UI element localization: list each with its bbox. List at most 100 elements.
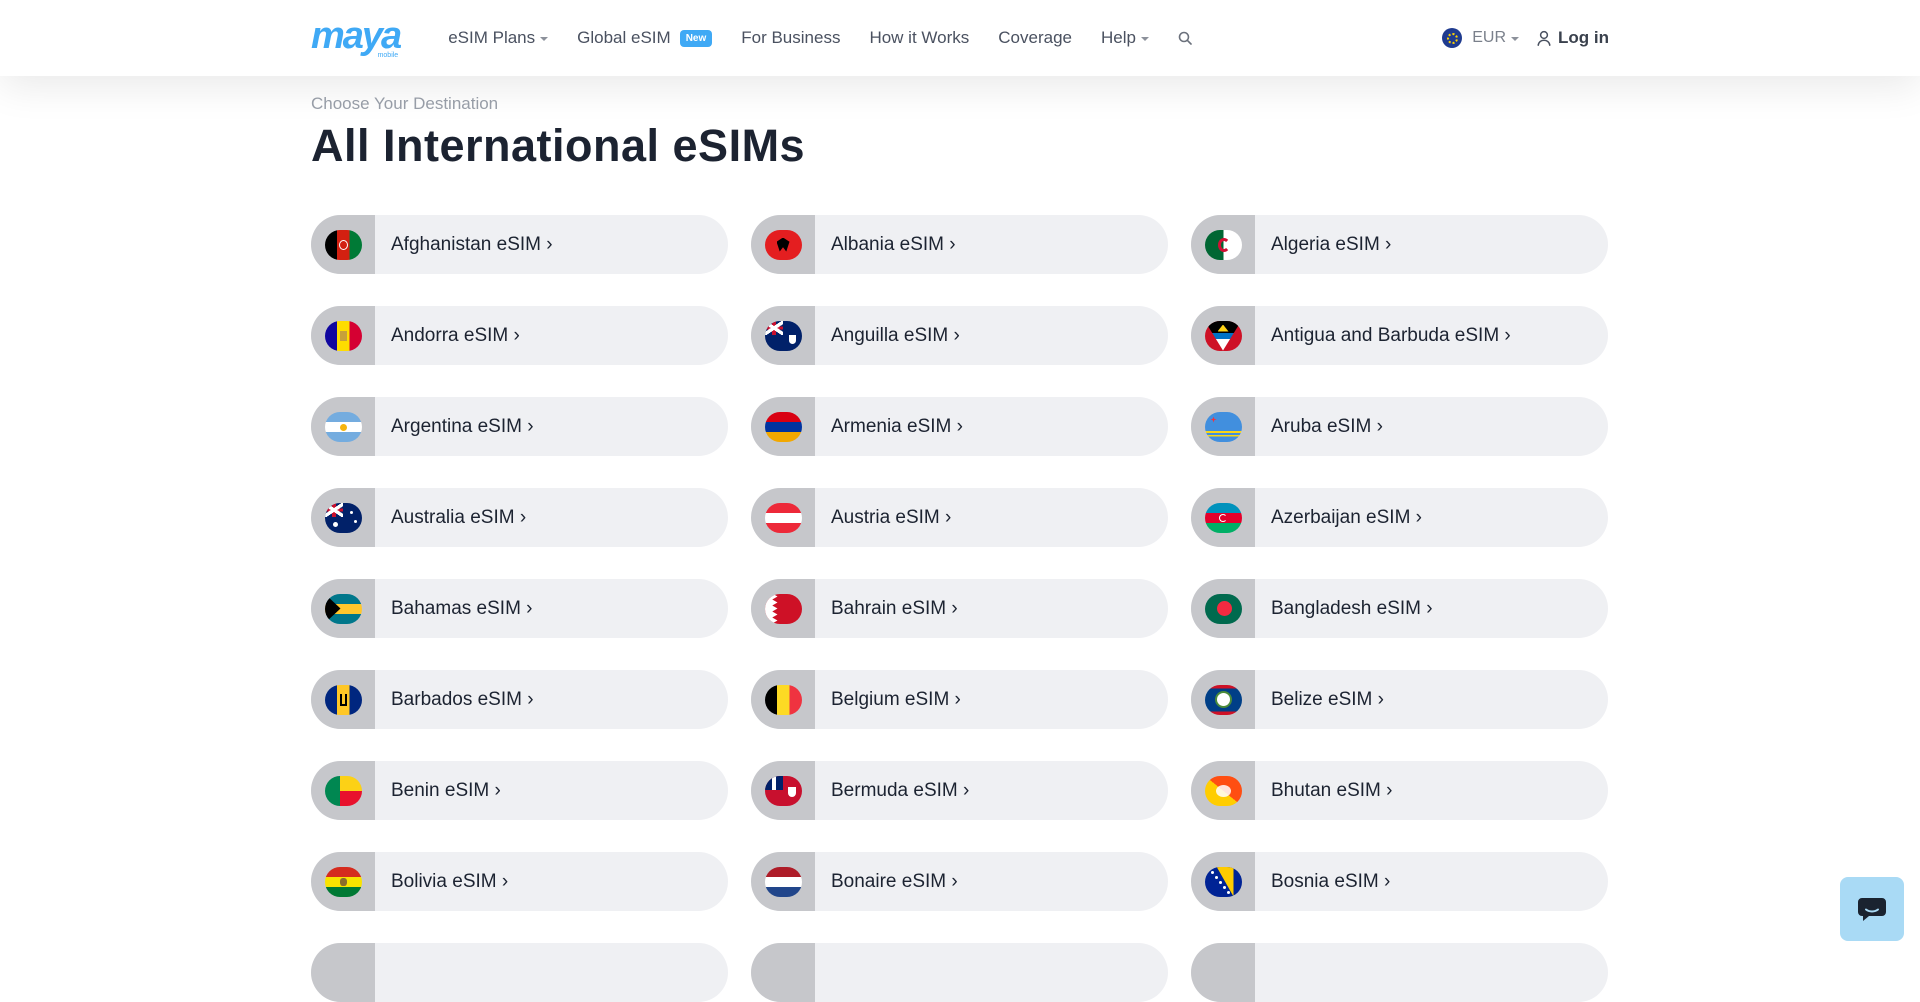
currency-label: EUR xyxy=(1472,29,1507,46)
chevron-down-icon xyxy=(540,37,549,41)
logo-wordmark: maya xyxy=(311,15,402,57)
flag-andorra-icon xyxy=(324,320,362,351)
country-card-anguilla[interactable]: Anguilla eSIM › xyxy=(751,306,1168,365)
country-label: Barbados eSIM › xyxy=(391,688,534,710)
country-card-afghanistan[interactable]: Afghanistan eSIM › xyxy=(311,215,728,274)
login-label: Log in xyxy=(1558,28,1609,47)
flag-austria-icon xyxy=(764,502,802,533)
country-card-bahrain[interactable]: Bahrain eSIM › xyxy=(751,579,1168,638)
flag-bosnia-icon xyxy=(1204,866,1242,897)
flag-antigua-icon xyxy=(1204,320,1242,351)
flag-bahamas-icon xyxy=(324,593,362,624)
country-card-bosnia[interactable]: Bosnia eSIM › xyxy=(1191,852,1608,911)
flag-anguilla-icon xyxy=(764,320,802,351)
country-label: Aruba eSIM › xyxy=(1271,415,1383,437)
country-label: Bhutan eSIM › xyxy=(1271,779,1393,801)
country-card-aruba[interactable]: Aruba eSIM › xyxy=(1191,397,1608,456)
country-label: Albania eSIM › xyxy=(831,233,956,255)
country-card-benin[interactable]: Benin eSIM › xyxy=(311,761,728,820)
flag-benin-icon xyxy=(324,775,362,806)
site-header: maya mobile eSIM Plans Global eSIM New F… xyxy=(0,0,1920,76)
flag-argentina-icon xyxy=(324,411,362,442)
chevron-down-icon xyxy=(1511,37,1520,41)
country-card-bonaire[interactable]: Bonaire eSIM › xyxy=(751,852,1168,911)
country-grid: Afghanistan eSIM › Albania eSIM › Algeri… xyxy=(311,215,1609,1002)
country-card-belgium[interactable]: Belgium eSIM › xyxy=(751,670,1168,729)
nav-label: eSIM Plans xyxy=(448,28,536,47)
country-card-bangladesh[interactable]: Bangladesh eSIM › xyxy=(1191,579,1608,638)
login-button[interactable]: Log in xyxy=(1537,28,1609,48)
nav-help[interactable]: Help xyxy=(1101,28,1149,48)
flag-belize-icon xyxy=(1204,684,1242,715)
maya-logo[interactable]: maya mobile xyxy=(311,15,402,59)
chevron-down-icon xyxy=(1140,37,1149,41)
chat-bubble-icon xyxy=(1858,898,1886,921)
flag-afghanistan-icon xyxy=(324,229,362,260)
search-icon[interactable] xyxy=(1178,31,1192,45)
country-card-australia[interactable]: Australia eSIM › xyxy=(311,488,728,547)
country-label: Bermuda eSIM › xyxy=(831,779,970,801)
flag-albania-icon xyxy=(764,229,802,260)
country-label: Argentina eSIM › xyxy=(391,415,534,437)
country-label: Antigua and Barbuda eSIM › xyxy=(1271,324,1511,346)
flag-bermuda-icon xyxy=(764,775,802,806)
country-card-partial[interactable] xyxy=(751,943,1168,1002)
country-card-partial[interactable] xyxy=(1191,943,1608,1002)
country-label: Bosnia eSIM › xyxy=(1271,870,1391,892)
nav-label: Global eSIM xyxy=(577,28,671,47)
country-label: Algeria eSIM › xyxy=(1271,233,1392,255)
nav-esim-plans[interactable]: eSIM Plans xyxy=(448,28,549,48)
country-label: Armenia eSIM › xyxy=(831,415,963,437)
country-label: Australia eSIM › xyxy=(391,506,527,528)
country-label: Belize eSIM › xyxy=(1271,688,1384,710)
breadcrumb: Choose Your Destination xyxy=(311,94,499,113)
flag-armenia-icon xyxy=(764,411,802,442)
nav-coverage[interactable]: Coverage xyxy=(998,28,1072,48)
nav-label: Coverage xyxy=(998,28,1072,47)
currency-selector[interactable]: EUR xyxy=(1442,28,1520,48)
country-card-albania[interactable]: Albania eSIM › xyxy=(751,215,1168,274)
country-label: Bonaire eSIM › xyxy=(831,870,958,892)
page-title: All International eSIMs xyxy=(311,120,806,171)
country-card-bhutan[interactable]: Bhutan eSIM › xyxy=(1191,761,1608,820)
logo-subtext: mobile xyxy=(377,52,399,59)
country-card-argentina[interactable]: Argentina eSIM › xyxy=(311,397,728,456)
country-card-partial[interactable] xyxy=(311,943,728,1002)
country-label: Anguilla eSIM › xyxy=(831,324,960,346)
eu-flag-icon xyxy=(1442,28,1463,48)
country-card-antigua[interactable]: Antigua and Barbuda eSIM › xyxy=(1191,306,1608,365)
country-label: Belgium eSIM › xyxy=(831,688,961,710)
flag-algeria-icon xyxy=(1204,229,1242,260)
country-card-andorra[interactable]: Andorra eSIM › xyxy=(311,306,728,365)
country-label: Andorra eSIM › xyxy=(391,324,520,346)
flag-bonaire-icon xyxy=(764,866,802,897)
country-label: Bolivia eSIM › xyxy=(391,870,509,892)
country-label: Benin eSIM › xyxy=(391,779,501,801)
country-card-bermuda[interactable]: Bermuda eSIM › xyxy=(751,761,1168,820)
country-label: Bahamas eSIM › xyxy=(391,597,533,619)
flag-azerbaijan-icon xyxy=(1204,502,1242,533)
flag-bhutan-icon xyxy=(1204,775,1242,806)
flag-bahrain-icon xyxy=(764,593,802,624)
nav-how-it-works[interactable]: How it Works xyxy=(869,28,969,48)
country-card-bahamas[interactable]: Bahamas eSIM › xyxy=(311,579,728,638)
nav-label: Help xyxy=(1100,28,1136,47)
main-nav: eSIM Plans Global eSIM New For Business … xyxy=(448,28,1192,48)
nav-for-business[interactable]: For Business xyxy=(741,28,840,48)
country-card-azerbaijan[interactable]: Azerbaijan eSIM › xyxy=(1191,488,1608,547)
chat-button[interactable] xyxy=(1840,877,1904,941)
main-content: Choose Your Destination All Internationa… xyxy=(311,76,1609,1002)
flag-belgium-icon xyxy=(764,684,802,715)
country-card-barbados[interactable]: Barbados eSIM › xyxy=(311,670,728,729)
nav-global-esim[interactable]: Global eSIM New xyxy=(577,28,713,48)
country-card-belize[interactable]: Belize eSIM › xyxy=(1191,670,1608,729)
country-label: Azerbaijan eSIM › xyxy=(1271,506,1423,528)
new-badge: New xyxy=(679,29,713,47)
country-card-armenia[interactable]: Armenia eSIM › xyxy=(751,397,1168,456)
country-card-bolivia[interactable]: Bolivia eSIM › xyxy=(311,852,728,911)
flag-bolivia-icon xyxy=(324,866,362,897)
country-label: Afghanistan eSIM › xyxy=(391,233,553,255)
country-card-algeria[interactable]: Algeria eSIM › xyxy=(1191,215,1608,274)
country-card-austria[interactable]: Austria eSIM › xyxy=(751,488,1168,547)
country-label: Bangladesh eSIM › xyxy=(1271,597,1433,619)
